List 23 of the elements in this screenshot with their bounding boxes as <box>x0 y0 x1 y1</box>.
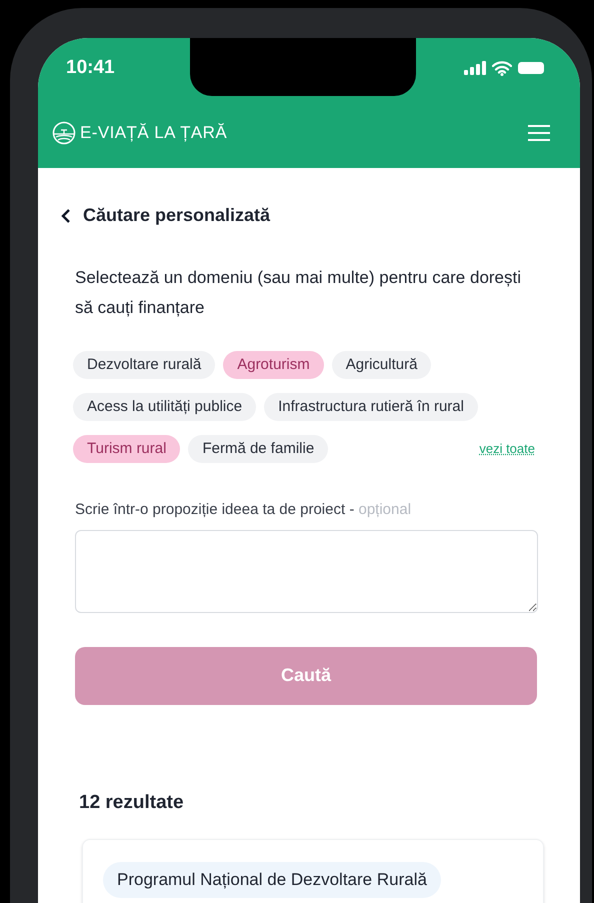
result-card[interactable]: Programul Național de Dezvoltare Rurală <box>82 839 544 903</box>
wifi-icon <box>492 60 512 76</box>
domain-chip[interactable]: Acess la utilități publice <box>73 393 256 421</box>
idea-label: Scrie într-o propoziție ideea ta de proiect - opțional <box>75 500 412 520</box>
domain-chip[interactable]: Fermă de familie <box>188 435 328 463</box>
chevron-left-icon <box>61 208 71 222</box>
domain-chip[interactable]: Turism rural <box>73 435 180 463</box>
domain-chip[interactable]: Agricultură <box>332 351 432 379</box>
program-tag: Programul Național de Dezvoltare Rurală <box>103 862 441 898</box>
menu-button[interactable] <box>528 125 550 141</box>
farm-logo-icon <box>52 121 76 145</box>
battery-icon <box>518 62 544 74</box>
domain-chip[interactable]: Infrastructura rutieră în rural <box>264 393 478 421</box>
status-time: 10:41 <box>66 56 115 80</box>
intro-text: Selectează un domeniu (sau mai multe) pentru care dorești să cauți finanțare <box>75 267 522 319</box>
domain-chip[interactable]: Agroturism <box>223 351 324 379</box>
back-button[interactable] <box>61 208 71 222</box>
page-title: Căutare personalizată <box>83 204 270 227</box>
domain-chip[interactable]: Dezvoltare rurală <box>73 351 216 379</box>
results-count: 12 rezultate <box>79 790 185 814</box>
signal-icon <box>464 61 486 75</box>
idea-input-field[interactable] <box>75 530 538 612</box>
app-title: E-VIAȚĂ LA ȚARĂ <box>80 122 228 144</box>
